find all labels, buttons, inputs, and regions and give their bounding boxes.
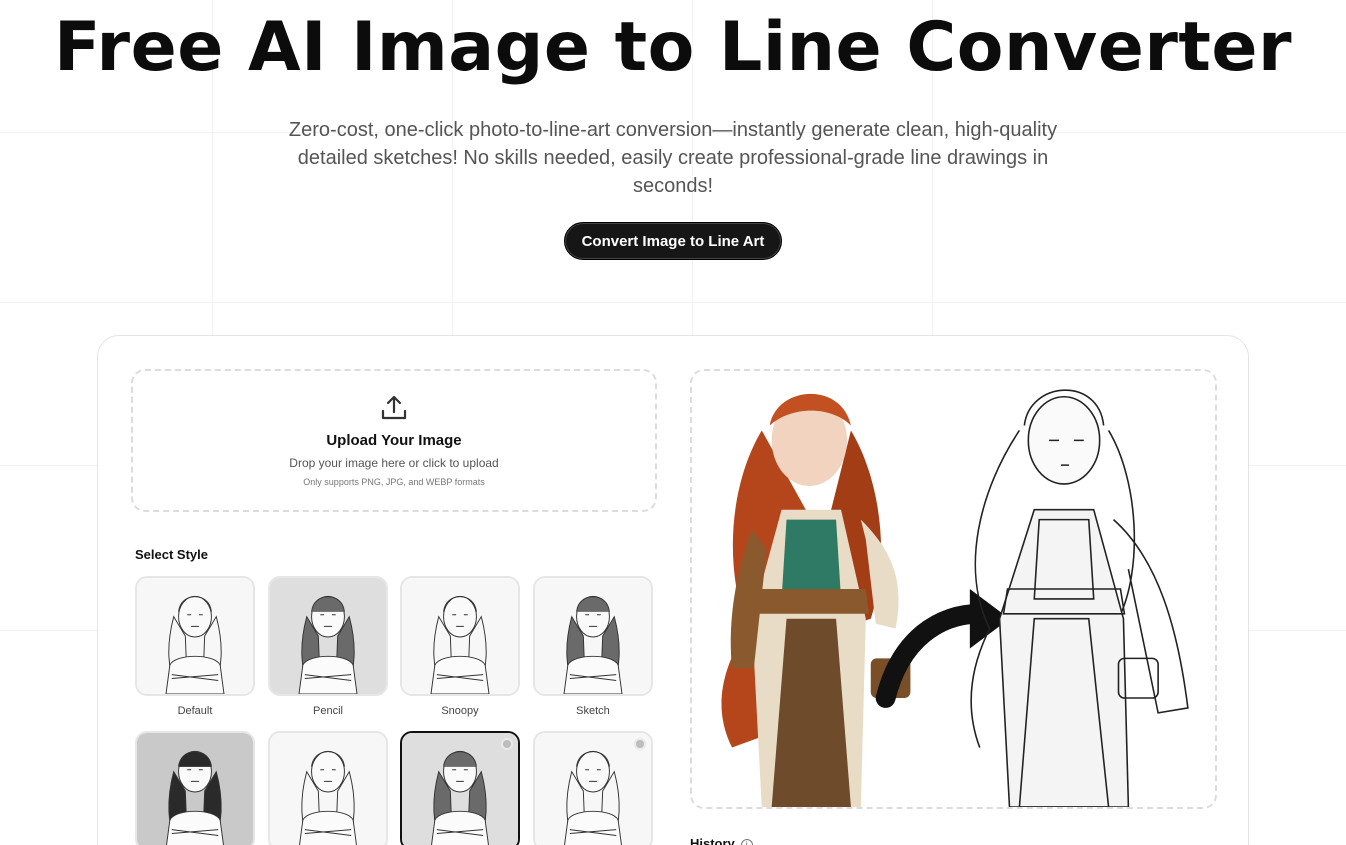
style-thumbnail (400, 576, 520, 696)
history-heading: History i (690, 836, 753, 845)
info-icon[interactable]: i (740, 839, 753, 845)
style-option[interactable] (400, 731, 520, 845)
style-option-label: Sketch (576, 705, 610, 717)
upload-subtitle: Drop your image here or click to upload (289, 456, 499, 470)
style-thumbnail (533, 731, 653, 845)
hero-section: Free AI Image to Line Converter Zero-cos… (0, 0, 1346, 260)
select-style-heading: Select Style (135, 547, 208, 562)
page-subtitle: Zero-cost, one-click photo-to-line-art c… (288, 119, 1058, 197)
style-option-label: Pencil (313, 705, 343, 717)
premium-badge-icon (634, 738, 646, 750)
history-label: History (690, 836, 735, 845)
upload-icon (379, 393, 409, 423)
style-thumbnail (135, 731, 255, 845)
style-option-label: Snoopy (441, 705, 479, 717)
example-preview (690, 369, 1217, 809)
upload-format-note: Only supports PNG, JPG, and WEBP formats (303, 477, 485, 487)
style-thumbnail (268, 731, 388, 845)
style-option[interactable]: Pencil (268, 576, 388, 717)
style-thumbnail (268, 576, 388, 696)
style-option[interactable] (135, 731, 255, 845)
style-option[interactable]: Sketch (533, 576, 653, 717)
style-thumbnail (400, 731, 520, 845)
style-option[interactable]: Snoopy (400, 576, 520, 717)
premium-badge-icon (501, 738, 513, 750)
upload-title: Upload Your Image (326, 432, 462, 449)
upload-dropzone[interactable]: Upload Your Image Drop your image here o… (131, 369, 657, 512)
before-after-illustration (692, 371, 1215, 807)
style-thumbnail (135, 576, 255, 696)
style-thumbnail (533, 576, 653, 696)
style-option[interactable] (533, 731, 653, 845)
convert-button[interactable]: Convert Image to Line Art (563, 222, 783, 260)
converter-card: Upload Your Image Drop your image here o… (97, 335, 1249, 845)
style-option[interactable]: Default (135, 576, 255, 717)
style-option[interactable] (268, 731, 388, 845)
page-title: Free AI Image to Line Converter (53, 8, 1293, 87)
style-option-label: Default (177, 705, 213, 717)
